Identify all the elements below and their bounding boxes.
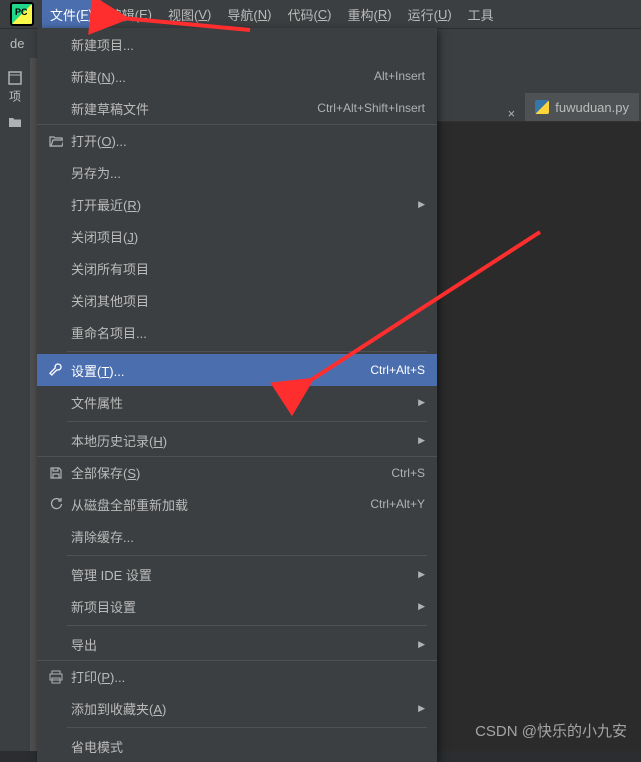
menu-item-新建草稿文件[interactable]: 新建草稿文件Ctrl+Alt+Shift+Insert [37,92,437,124]
menu-编辑[interactable]: 编辑(E) [101,0,160,28]
menu-item-label: 打印(P)... [67,667,425,686]
menu-shortcut: Ctrl+S [391,466,425,480]
menu-item-设置T[interactable]: 设置(T)...Ctrl+Alt+S [37,354,437,386]
menu-item-label: 清除缓存... [67,527,425,546]
menu-item-清除缓存[interactable]: 清除缓存... [37,520,437,552]
wrench-icon [45,363,67,377]
menu-item-label: 新建(N)... [67,67,374,86]
menu-工具[interactable]: 工具 [460,0,502,28]
menu-item-label: 新项目设置 [67,597,418,616]
menu-item-label: 全部保存(S) [67,463,391,482]
submenu-arrow-icon: ▶ [418,397,425,408]
menu-item-重命名项目[interactable]: 重命名项目... [37,316,437,348]
menu-item-label: 省电模式 [67,737,425,756]
menu-item-label: 文件属性 [67,393,418,412]
menu-item-label: 另存为... [67,163,425,182]
menu-shortcut: Ctrl+Alt+Shift+Insert [317,101,425,115]
menu-item-本地历史记录H[interactable]: 本地历史记录(H)▶ [37,424,437,456]
menu-item-label: 打开最近(R) [67,195,418,214]
menu-文件[interactable]: 文件(F) [42,0,101,28]
menu-item-省电模式[interactable]: 省电模式 [37,730,437,762]
menu-shortcut: Ctrl+Alt+Y [370,497,425,511]
menu-item-打印P[interactable]: 打印(P)... [37,660,437,692]
open-icon [45,135,67,147]
menu-item-关闭项目J[interactable]: 关闭项目(J) [37,220,437,252]
menu-separator [37,724,437,730]
file-menu-dropdown: 新建项目...新建(N)...Alt+Insert新建草稿文件Ctrl+Alt+… [37,28,437,762]
menu-item-label: 重命名项目... [67,323,425,342]
sidebar-project-label[interactable]: 项 [7,90,24,102]
project-name: de [10,36,24,51]
menu-item-打开最近R[interactable]: 打开最近(R)▶ [37,188,437,220]
menu-item-文件属性[interactable]: 文件属性▶ [37,386,437,418]
submenu-arrow-icon: ▶ [418,601,425,612]
menu-运行[interactable]: 运行(U) [400,0,460,28]
tool-sidebar: 项 [0,58,30,751]
menu-item-label: 从磁盘全部重新加载 [67,495,370,514]
menu-item-label: 管理 IDE 设置 [67,565,418,584]
menu-导航[interactable]: 导航(N) [219,0,279,28]
submenu-arrow-icon: ▶ [418,435,425,446]
menu-shortcut: Alt+Insert [374,69,425,83]
watermark: CSDN @快乐的小九安 [475,720,627,741]
python-file-icon [535,100,549,114]
menu-separator [37,622,437,628]
menu-item-另存为[interactable]: 另存为... [37,156,437,188]
menu-代码[interactable]: 代码(C) [279,0,339,28]
reload-icon [45,497,67,511]
folder-icon[interactable] [7,114,23,130]
menu-shortcut: Ctrl+Alt+S [370,363,425,377]
submenu-arrow-icon: ▶ [418,703,425,714]
menu-item-添加到收藏夹A[interactable]: 添加到收藏夹(A)▶ [37,692,437,724]
project-tool-icon[interactable] [7,70,23,86]
menu-item-label: 添加到收藏夹(A) [67,699,418,718]
pycharm-logo-icon [10,2,34,26]
menu-item-label: 关闭所有项目 [67,259,425,278]
submenu-arrow-icon: ▶ [418,639,425,650]
menu-重构[interactable]: 重构(R) [340,0,400,28]
menu-item-label: 新建草稿文件 [67,99,317,118]
menu-item-label: 关闭项目(J) [67,227,425,246]
menu-item-label: 关闭其他项目 [67,291,425,310]
menu-item-导出[interactable]: 导出▶ [37,628,437,660]
submenu-arrow-icon: ▶ [418,199,425,210]
menu-item-打开O[interactable]: 打开(O)... [37,124,437,156]
close-tab-icon[interactable]: × [508,106,516,121]
menu-separator [37,348,437,354]
menu-item-label: 导出 [67,635,418,654]
submenu-arrow-icon: ▶ [418,569,425,580]
menu-item-关闭所有项目[interactable]: 关闭所有项目 [37,252,437,284]
editor-tab-active[interactable]: fuwuduan.py [525,93,639,121]
menu-视图[interactable]: 视图(V) [160,0,219,28]
menu-item-新建N[interactable]: 新建(N)...Alt+Insert [37,60,437,92]
menubar: 文件(F)编辑(E)视图(V)导航(N)代码(C)重构(R)运行(U)工具 [0,0,641,28]
menu-item-管理IDE设置[interactable]: 管理 IDE 设置▶ [37,558,437,590]
menu-separator [37,552,437,558]
tab-filename: fuwuduan.py [555,100,629,115]
menu-item-关闭其他项目[interactable]: 关闭其他项目 [37,284,437,316]
menu-item-全部保存S[interactable]: 全部保存(S)Ctrl+S [37,456,437,488]
gutter [30,58,37,751]
menu-item-从磁盘全部重新加载[interactable]: 从磁盘全部重新加载Ctrl+Alt+Y [37,488,437,520]
menu-item-label: 本地历史记录(H) [67,431,418,450]
menu-item-label: 设置(T)... [67,361,370,380]
menu-item-label: 新建项目... [67,35,425,54]
menu-item-label: 打开(O)... [67,131,425,150]
menu-separator [37,418,437,424]
menu-item-新建项目[interactable]: 新建项目... [37,28,437,60]
menu-item-新项目设置[interactable]: 新项目设置▶ [37,590,437,622]
save-icon [45,466,67,480]
print-icon [45,670,67,684]
